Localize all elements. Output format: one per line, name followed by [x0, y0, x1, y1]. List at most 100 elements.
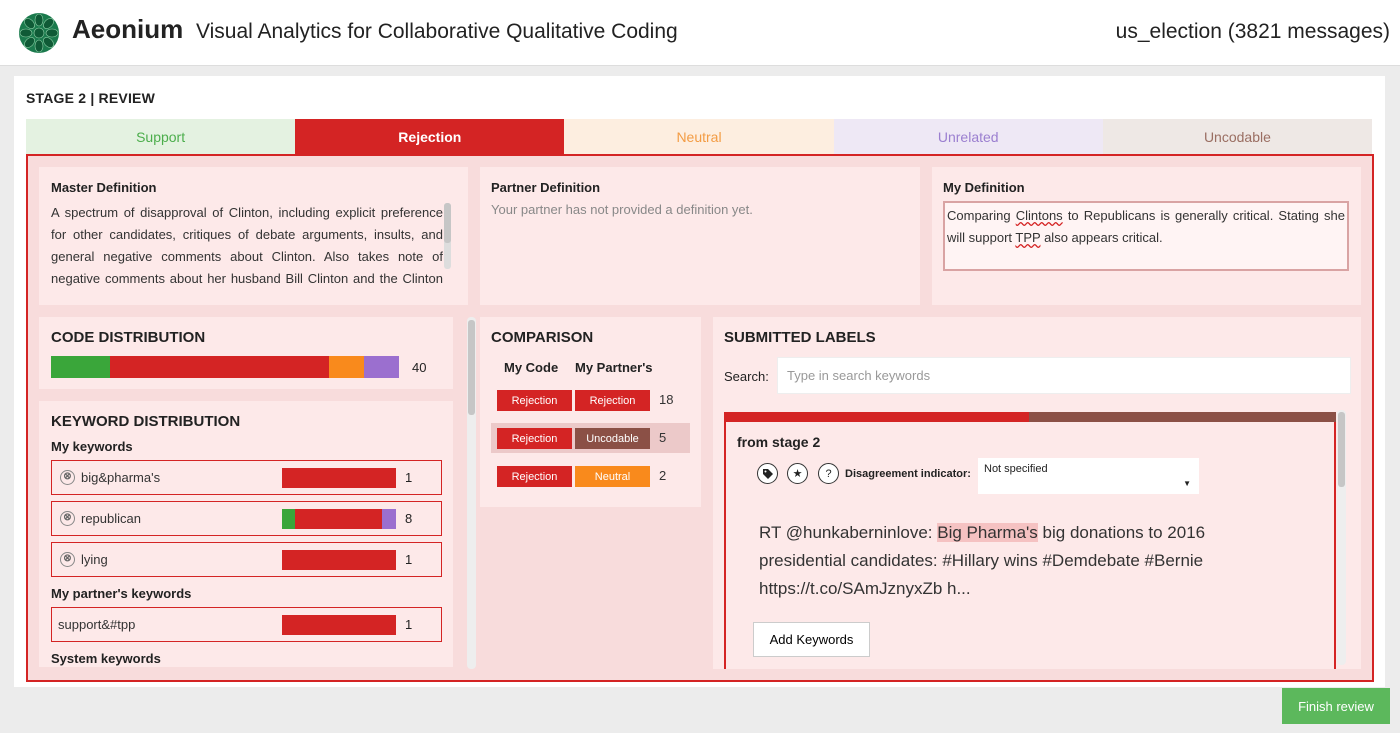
my-code-chip: Rejection	[497, 428, 572, 449]
code-distribution-count: 40	[412, 360, 427, 375]
misspelled-word: TPP	[1015, 230, 1041, 245]
message-code-bar-partner	[1029, 412, 1336, 422]
comparison: COMPARISON My Code My Partner's Rejectio…	[480, 317, 701, 507]
keyword-row[interactable]: ⊗ lying 1	[51, 542, 442, 577]
tag-icon[interactable]	[757, 463, 778, 484]
master-definition-scrollbar[interactable]	[444, 203, 451, 269]
brand-name: Aeonium	[72, 14, 184, 44]
add-keywords-button[interactable]: Add Keywords	[753, 622, 870, 657]
message-code-bar	[724, 412, 1336, 422]
message-text-part: RT @hunkaberninlove:	[759, 523, 938, 542]
my-definition: My Definition Comparing Clintons to Repu…	[932, 167, 1361, 305]
keyword-bar	[282, 509, 396, 529]
keyword-bar	[282, 615, 396, 635]
master-definition: Master Definition A spectrum of disappro…	[39, 167, 468, 305]
master-definition-title: Master Definition	[51, 180, 157, 195]
search-label: Search:	[724, 369, 769, 384]
partner-definition-title: Partner Definition	[491, 180, 601, 195]
code-segment-support[interactable]	[51, 356, 111, 378]
comparison-col-mine: My Code	[504, 360, 559, 375]
message-stage-label: from stage 2	[737, 434, 821, 450]
keyword-count: 1	[405, 552, 413, 567]
partner-code-chip: Neutral	[575, 466, 650, 487]
partner-code-chip: Uncodable	[575, 428, 650, 449]
keyword-bar-rejection	[295, 509, 382, 529]
submitted-labels-scrollbar[interactable]	[1337, 410, 1346, 665]
star-icon[interactable]: ★	[787, 463, 808, 484]
remove-keyword-icon[interactable]: ⊗	[60, 552, 75, 567]
system-keywords-label: System keywords	[51, 651, 161, 666]
keyword-label: big&pharma's	[81, 470, 161, 485]
comparison-row[interactable]: Rejection Neutral 2	[491, 461, 690, 491]
keyword-count: 1	[405, 470, 413, 485]
submitted-labels-scroll-thumb[interactable]	[1338, 412, 1345, 487]
finish-review-button[interactable]: Finish review	[1282, 688, 1390, 724]
comparison-col-partner: My Partner's	[575, 360, 653, 375]
my-definition-text-part: also appears critical.	[1040, 230, 1163, 245]
tab-rejection[interactable]: Rejection	[295, 119, 565, 154]
keyword-row[interactable]: support&#tpp 1	[51, 607, 442, 642]
app-tagline: Visual Analytics for Collaborative Quali…	[196, 20, 678, 43]
my-code-chip: Rejection	[497, 390, 572, 411]
partner-definition-text: Your partner has not provided a definiti…	[491, 202, 753, 217]
keyword-row[interactable]: ⊗ big&pharma's 1	[51, 460, 442, 495]
review-card: STAGE 2 | REVIEW Support Rejection Neutr…	[14, 76, 1385, 687]
message-text: RT @hunkaberninlove: Big Pharma's big do…	[759, 519, 1279, 603]
keyword-row[interactable]: ⊗ republican 8	[51, 501, 442, 536]
tag-icon-glyph	[762, 468, 773, 479]
tab-unrelated[interactable]: Unrelated	[833, 119, 1103, 154]
help-icon[interactable]: ?	[818, 463, 839, 484]
keyword-distribution: KEYWORD DISTRIBUTION My keywords ⊗ big&p…	[39, 401, 453, 667]
keyword-bar-rejection	[282, 615, 396, 635]
disagreement-indicator-value: Not specified	[984, 463, 1048, 475]
code-segment-unrelated[interactable]	[364, 356, 399, 378]
master-definition-text: A spectrum of disapproval of Clinton, in…	[51, 205, 443, 286]
partner-definition: Partner Definition Your partner has not …	[480, 167, 920, 305]
my-keywords-label: My keywords	[51, 439, 133, 454]
remove-keyword-icon[interactable]: ⊗	[60, 470, 75, 485]
disagreement-indicator-label: Disagreement indicator:	[845, 468, 971, 480]
highlighted-keyword[interactable]: Big Pharma's	[937, 523, 1038, 542]
keyword-bar-unrelated	[382, 509, 396, 529]
master-definition-scroll-thumb[interactable]	[444, 203, 451, 243]
left-column-scrollbar[interactable]	[467, 317, 476, 669]
partner-code-chip: Rejection	[575, 390, 650, 411]
chevron-down-icon: ▼	[1183, 479, 1191, 488]
comparison-count: 5	[659, 430, 667, 445]
keyword-label: support&#tpp	[58, 617, 136, 632]
search-input[interactable]	[777, 357, 1351, 394]
keyword-bar-rejection	[282, 468, 396, 488]
comparison-count: 18	[659, 392, 674, 407]
my-definition-text-part: Comparing	[947, 208, 1016, 223]
keyword-bar	[282, 468, 396, 488]
aeonium-logo-icon	[19, 13, 59, 53]
rejection-panel: Master Definition A spectrum of disappro…	[26, 154, 1374, 682]
code-distribution-bar[interactable]	[51, 356, 399, 378]
tab-uncodable[interactable]: Uncodable	[1102, 119, 1373, 154]
keyword-label: lying	[81, 552, 108, 567]
keyword-label: republican	[81, 511, 141, 526]
comparison-row[interactable]: Rejection Uncodable 5	[491, 423, 690, 453]
left-column-scroll-thumb[interactable]	[468, 320, 475, 415]
tab-support[interactable]: Support	[26, 119, 296, 154]
keyword-count: 1	[405, 617, 413, 632]
message-code-bar-mine	[724, 412, 1029, 422]
comparison-count: 2	[659, 468, 667, 483]
keyword-bar-rejection	[282, 550, 396, 570]
my-definition-textarea[interactable]: Comparing Clintons to Republicans is gen…	[943, 201, 1349, 271]
comparison-title: COMPARISON	[491, 329, 594, 346]
app-header: Aeonium Visual Analytics for Collaborati…	[0, 0, 1400, 66]
code-segment-neutral[interactable]	[329, 356, 365, 378]
remove-keyword-icon[interactable]: ⊗	[60, 511, 75, 526]
tab-neutral[interactable]: Neutral	[564, 119, 834, 154]
code-distribution: CODE DISTRIBUTION 40	[39, 317, 453, 389]
my-code-chip: Rejection	[497, 466, 572, 487]
code-segment-rejection[interactable]	[110, 356, 330, 378]
misspelled-word: Clintons	[1015, 208, 1063, 223]
disagreement-indicator-select[interactable]: Not specified ▼	[978, 458, 1199, 494]
comparison-row[interactable]: Rejection Rejection 18	[491, 385, 690, 415]
partner-keywords-label: My partner's keywords	[51, 586, 192, 601]
submitted-labels: SUBMITTED LABELS Search: from stage 2 ★ …	[713, 317, 1361, 669]
code-distribution-title: CODE DISTRIBUTION	[51, 329, 206, 346]
message-card: from stage 2 ★ ? Disagreement indicator:…	[724, 412, 1336, 669]
